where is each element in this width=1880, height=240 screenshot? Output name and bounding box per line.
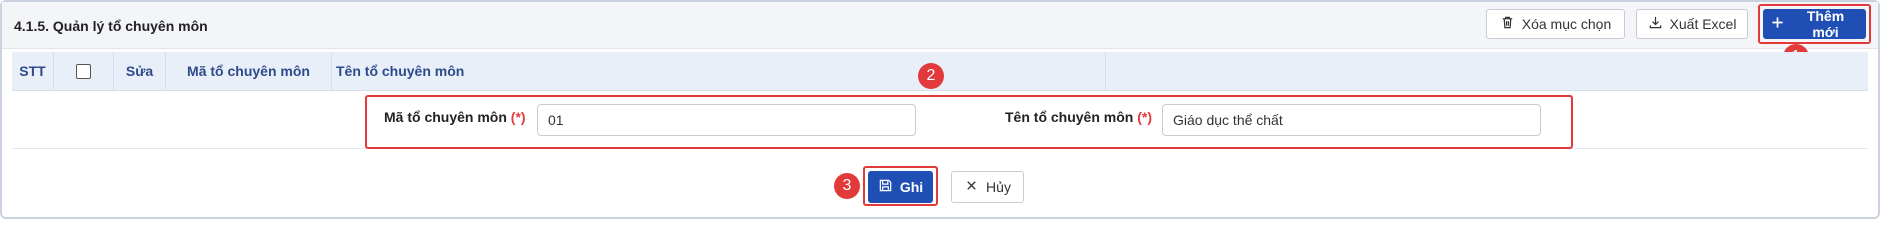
trash-icon [1500,15,1515,33]
export-excel-button[interactable]: Xuất Excel [1636,9,1748,39]
export-excel-label: Xuất Excel [1669,16,1737,32]
step-badge-3: 3 [834,173,860,199]
column-header-stt: STT [12,52,54,90]
download-icon [1648,15,1663,33]
cancel-button[interactable]: Hủy [951,171,1024,203]
column-header-edit: Sửa [114,52,166,90]
select-all-checkbox[interactable] [76,63,91,79]
column-header-name: Tên tổ chuyên môn [332,52,1106,90]
page-title: 4.1.5. Quản lý tổ chuyên môn [14,18,208,34]
cancel-label: Hủy [986,179,1011,195]
close-icon [964,178,979,196]
step-badge-2: 2 [918,63,944,89]
highlight-form-fields [365,95,1573,149]
highlight-save [863,166,938,206]
delete-selected-button[interactable]: Xóa mục chọn [1486,9,1625,39]
column-header-code: Mã tổ chuyên môn [166,52,332,90]
highlight-add-new [1758,4,1871,44]
delete-selected-label: Xóa mục chọn [1521,16,1612,32]
column-header-select [54,52,114,90]
